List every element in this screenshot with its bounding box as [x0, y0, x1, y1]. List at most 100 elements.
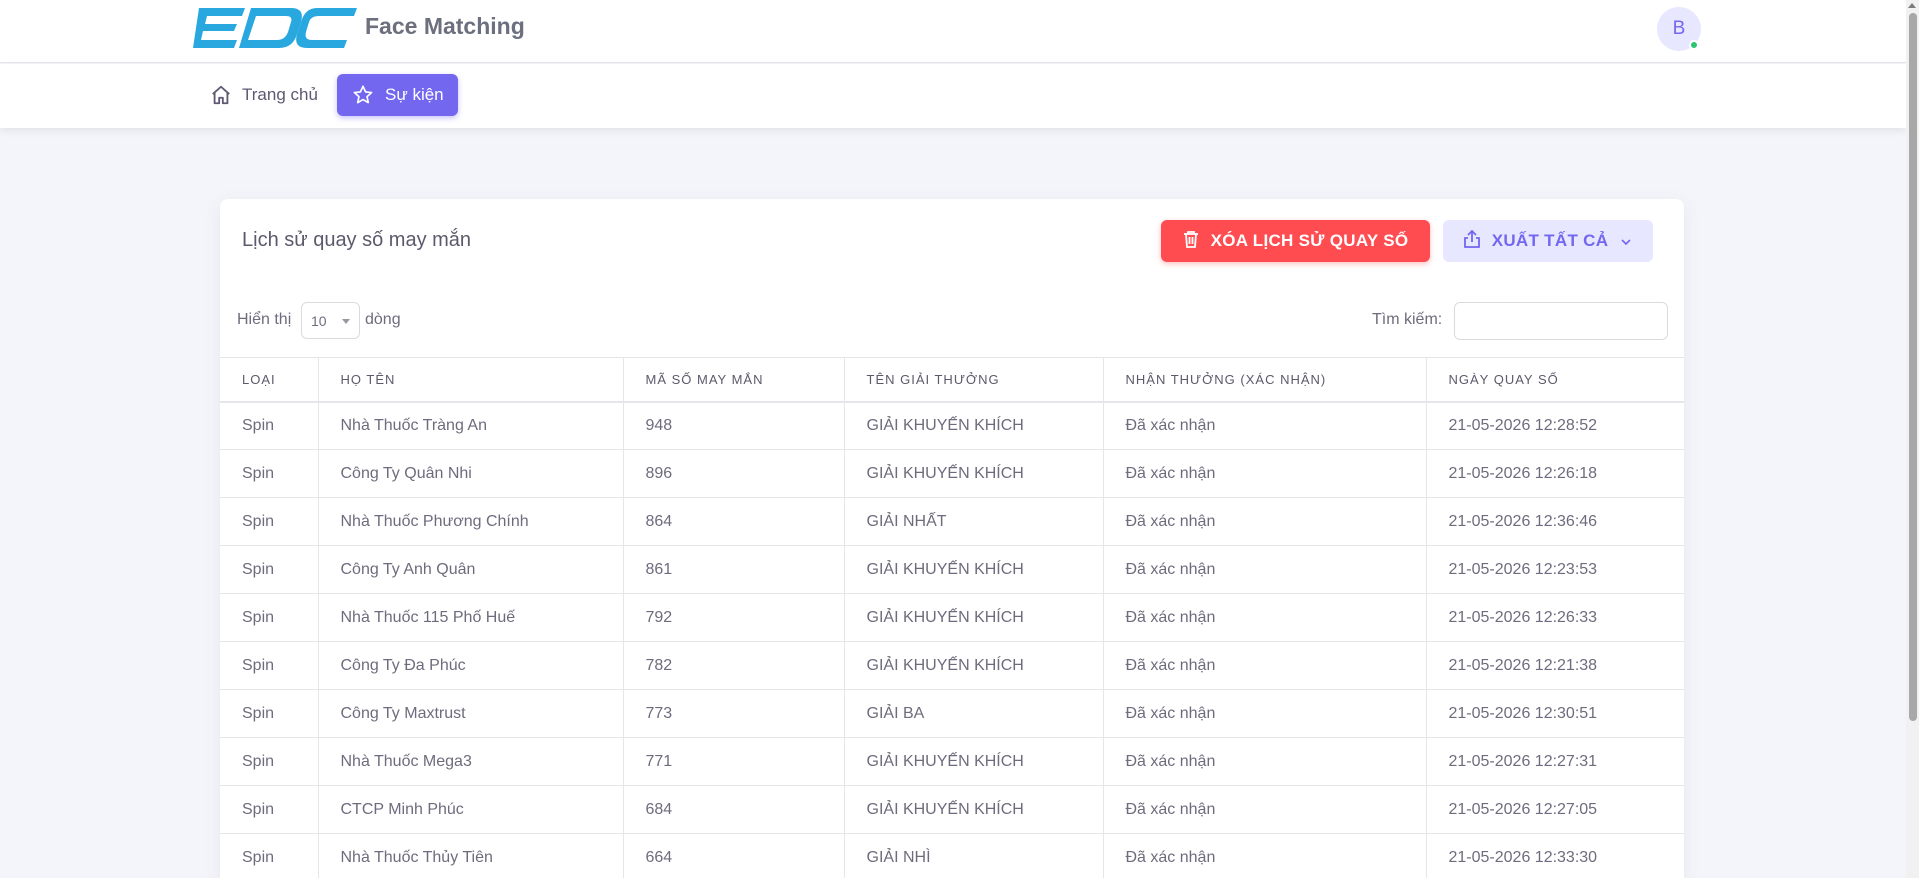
cell-draw-date: 21-05-2026 12:23:53 [1426, 545, 1684, 594]
cell-prize-name: GIẢI KHUYẾN KHÍCH [844, 785, 1104, 834]
cell-draw-date: 21-05-2026 12:26:33 [1426, 593, 1684, 642]
cell-full-name: CTCP Minh Phúc [318, 785, 624, 834]
column-header-type[interactable]: LOẠI [220, 357, 319, 403]
column-header-full-name[interactable]: HỌ TÊN [318, 357, 624, 403]
top-header: Face Matching B [0, 0, 1906, 63]
caret-down-icon [342, 319, 350, 324]
search-label: Tìm kiếm: [1372, 311, 1443, 328]
user-avatar[interactable]: B [1657, 7, 1701, 51]
nav-event[interactable]: Sự kiện [337, 74, 458, 116]
cell-confirmation: Đã xác nhận [1103, 641, 1427, 690]
table-row: Spin Công Ty Anh Quân 861 GIẢI KHUYẾN KHÍCH… [220, 545, 1684, 594]
edc-logo[interactable] [193, 8, 357, 48]
cell-type: Spin [220, 785, 319, 834]
delete-history-button[interactable]: XÓA LỊCH SỬ QUAY SỐ [1161, 220, 1430, 262]
column-header-confirmation[interactable]: NHẬN THƯỞNG (XÁC NHẬN) [1103, 357, 1427, 403]
home-icon [210, 84, 232, 106]
cell-type: Spin [220, 593, 319, 642]
nav-home-label: Trang chủ [242, 85, 318, 104]
export-icon [1463, 229, 1480, 253]
column-header-lucky-number[interactable]: MÃ SỐ MAY MẮN [623, 357, 845, 403]
page-size-value: 10 [311, 312, 327, 329]
table-row: Spin Nhà Thuốc Phương Chính 864 GIẢI NHẤT Đã… [220, 497, 1684, 546]
cell-type: Spin [220, 545, 319, 594]
cell-full-name: Nhà Thuốc Tràng An [318, 401, 624, 450]
cell-confirmation: Đã xác nhận [1103, 689, 1427, 738]
nav-home[interactable]: Trang chủ [196, 74, 332, 116]
cell-draw-date: 21-05-2026 12:27:05 [1426, 785, 1684, 834]
cell-lucky-number: 896 [623, 449, 845, 498]
cell-lucky-number: 684 [623, 785, 845, 834]
cell-type: Spin [220, 689, 319, 738]
scroll-thumb[interactable] [1909, 13, 1917, 721]
cell-full-name: Nhà Thuốc 115 Phố Huế [318, 593, 624, 642]
page-size-label: Hiển thị [237, 311, 292, 328]
table-row: Spin Nhà Thuốc Thủy Tiên 664 GIẢI NHÌ Đã xác… [220, 833, 1684, 878]
card-title: Lịch sử quay số may mắn [242, 229, 472, 251]
star-icon [351, 84, 375, 106]
rows-label: dòng [365, 311, 401, 328]
history-table: LOẠI HỌ TÊN MÃ SỐ MAY MẮN TÊN GIẢI THƯỞNG NH… [220, 357, 1684, 878]
delete-history-label: XÓA LỊCH SỬ QUAY SỐ [1210, 231, 1409, 250]
cell-draw-date: 21-05-2026 12:36:46 [1426, 497, 1684, 546]
lucky-draw-history-card: Lịch sử quay số may mắn XÓA LỊCH SỬ QUAY… [220, 199, 1684, 878]
cell-full-name: Công Ty Đa Phúc [318, 641, 624, 690]
chevron-down-icon [1620, 231, 1632, 251]
scroll-up-arrow-icon[interactable] [1908, 3, 1916, 8]
cell-lucky-number: 664 [623, 833, 845, 878]
cell-lucky-number: 792 [623, 593, 845, 642]
cell-prize-name: GIẢI KHUYẾN KHÍCH [844, 737, 1104, 786]
page-scrollbar[interactable] [1906, 0, 1919, 878]
cell-lucky-number: 773 [623, 689, 845, 738]
cell-draw-date: 21-05-2026 12:27:31 [1426, 737, 1684, 786]
cell-lucky-number: 782 [623, 641, 845, 690]
cell-confirmation: Đã xác nhận [1103, 737, 1427, 786]
cell-type: Spin [220, 737, 319, 786]
cell-confirmation: Đã xác nhận [1103, 545, 1427, 594]
column-header-draw-date[interactable]: NGÀY QUAY SỐ [1426, 357, 1684, 403]
avatar-initial: B [1672, 18, 1686, 39]
cell-draw-date: 21-05-2026 12:33:30 [1426, 833, 1684, 878]
cell-draw-date: 21-05-2026 12:26:18 [1426, 449, 1684, 498]
search-input[interactable] [1454, 302, 1668, 340]
table-row: Spin CTCP Minh Phúc 684 GIẢI KHUYẾN KHÍCH Đã… [220, 785, 1684, 834]
cell-confirmation: Đã xác nhận [1103, 593, 1427, 642]
cell-confirmation: Đã xác nhận [1103, 785, 1427, 834]
cell-lucky-number: 771 [623, 737, 845, 786]
page-size-select[interactable]: 10 [301, 302, 360, 339]
table-row: Spin Nhà Thuốc Mega3 771 GIẢI KHUYẾN KHÍCH Đ… [220, 737, 1684, 786]
cell-prize-name: GIẢI KHUYẾN KHÍCH [844, 641, 1104, 690]
cell-type: Spin [220, 641, 319, 690]
export-all-button[interactable]: XUẤT TẤT CẢ [1443, 220, 1653, 262]
cell-prize-name: GIẢI KHUYẾN KHÍCH [844, 401, 1104, 450]
table-row: Spin Nhà Thuốc 115 Phố Huế 792 GIẢI KHUYẾN … [220, 593, 1684, 642]
cell-lucky-number: 864 [623, 497, 845, 546]
table-header-row: LOẠI HỌ TÊN MÃ SỐ MAY MẮN TÊN GIẢI THƯỞNG NH… [220, 357, 1684, 403]
table-row: Spin Nhà Thuốc Tràng An 948 GIẢI KHUYẾN KHÍ… [220, 401, 1684, 450]
column-header-prize-name[interactable]: TÊN GIẢI THƯỞNG [844, 357, 1104, 403]
table-row: Spin Công Ty Quân Nhi 896 GIẢI KHUYẾN KHÍCH… [220, 449, 1684, 498]
main-nav: Trang chủ Sự kiện [0, 64, 1906, 128]
cell-prize-name: GIẢI KHUYẾN KHÍCH [844, 593, 1104, 642]
online-status-dot [1689, 40, 1699, 50]
cell-confirmation: Đã xác nhận [1103, 497, 1427, 546]
cell-full-name: Công Ty Anh Quân [318, 545, 624, 594]
cell-type: Spin [220, 401, 319, 450]
cell-full-name: Nhà Thuốc Thủy Tiên [318, 833, 624, 878]
cell-confirmation: Đã xác nhận [1103, 401, 1427, 450]
cell-lucky-number: 948 [623, 401, 845, 450]
export-all-label: XUẤT TẤT CẢ [1491, 231, 1609, 250]
cell-prize-name: GIẢI KHUYẾN KHÍCH [844, 545, 1104, 594]
cell-full-name: Nhà Thuốc Mega3 [318, 737, 624, 786]
table-row: Spin Công Ty Đa Phúc 782 GIẢI KHUYẾN KHÍCH Đ… [220, 641, 1684, 690]
cell-prize-name: GIẢI KHUYẾN KHÍCH [844, 449, 1104, 498]
cell-type: Spin [220, 449, 319, 498]
cell-draw-date: 21-05-2026 12:21:38 [1426, 641, 1684, 690]
trash-icon [1183, 230, 1199, 253]
cell-confirmation: Đã xác nhận [1103, 833, 1427, 878]
cell-prize-name: GIẢI NHẤT [844, 497, 1104, 546]
cell-confirmation: Đã xác nhận [1103, 449, 1427, 498]
cell-prize-name: GIẢI BA [844, 689, 1104, 738]
app-title: Face Matching [365, 13, 525, 39]
cell-type: Spin [220, 497, 319, 546]
